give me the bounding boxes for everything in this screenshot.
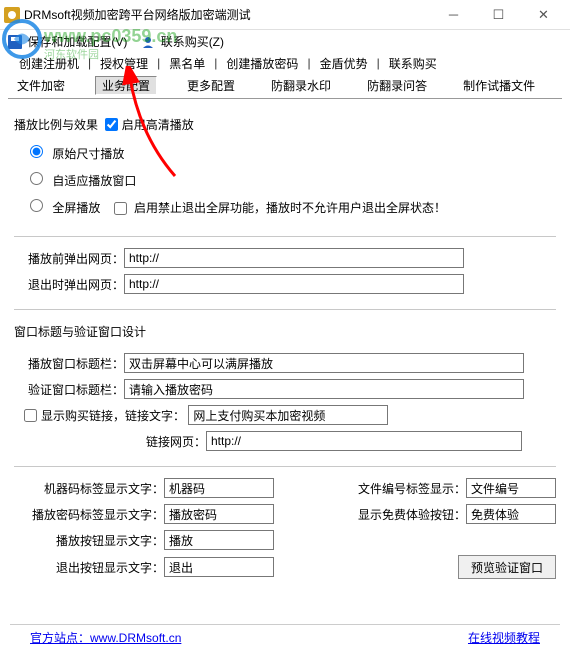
window-design-heading: 窗口标题与验证窗口设计 bbox=[14, 323, 146, 340]
tab-file-encrypt[interactable]: 文件加密 bbox=[11, 77, 71, 94]
tb-advantage[interactable]: 金盾优势 bbox=[311, 55, 377, 72]
play-ratio-label: 播放比例与效果 bbox=[14, 116, 98, 133]
group-play-ratio: 播放比例与效果 启用高清播放 原始尺寸播放 自适应播放窗口 全屏播放 启用禁止退… bbox=[14, 113, 556, 237]
play-btn-input[interactable] bbox=[164, 530, 274, 550]
minimize-button[interactable]: ─ bbox=[431, 1, 476, 29]
link-text-input[interactable] bbox=[188, 405, 388, 425]
free-try-lbl: 显示免费体验按钮： bbox=[346, 506, 466, 523]
play-title-label: 播放窗口标题栏： bbox=[14, 355, 124, 372]
tutorial-link[interactable]: 在线视频教程 bbox=[468, 629, 540, 646]
mc-label-input[interactable] bbox=[164, 478, 274, 498]
play-btn-lbl: 播放按钮显示文字： bbox=[14, 532, 164, 549]
show-link-checkbox[interactable] bbox=[24, 409, 37, 422]
close-button[interactable]: ✕ bbox=[521, 1, 566, 29]
pre-popup-label: 播放前弹出网页： bbox=[14, 250, 124, 267]
play-title-input[interactable] bbox=[124, 353, 524, 373]
window-title: DRMsoft视频加密跨平台网络版加密端测试 bbox=[24, 6, 431, 23]
group-popup-urls: 播放前弹出网页： 退出时弹出网页： bbox=[14, 247, 556, 310]
show-link-label: 显示购买链接，链接文字： bbox=[41, 407, 185, 424]
exit-btn-input[interactable] bbox=[164, 557, 274, 577]
no-exit-fs-label: 启用禁止退出全屏功能，播放时不允许用户退出全屏状态！ bbox=[134, 201, 446, 215]
radio-original[interactable] bbox=[30, 145, 43, 158]
app-icon bbox=[4, 7, 20, 23]
exit-btn-lbl: 退出按钮显示文字： bbox=[14, 559, 164, 576]
verify-title-input[interactable] bbox=[124, 379, 524, 399]
file-no-lbl: 文件编号标签显示： bbox=[346, 480, 466, 497]
tab-trial[interactable]: 制作试播文件 bbox=[457, 77, 541, 94]
tb-blacklist[interactable]: 黑名单 bbox=[160, 55, 214, 72]
verify-title-label: 验证窗口标题栏： bbox=[14, 381, 124, 398]
toolbar-tabs: 文件加密 业务配置 更多配置 防翻录水印 防翻录问答 制作试播文件 bbox=[0, 74, 570, 96]
pwd-label-input[interactable] bbox=[164, 504, 274, 524]
tb-create-pwd[interactable]: 创建播放密码 bbox=[217, 55, 307, 72]
group-labels-config: 机器码标签显示文字： 文件编号标签显示： 播放密码标签显示文字： 显示免费体验按… bbox=[14, 477, 556, 579]
save-icon bbox=[8, 35, 22, 49]
mc-label-lbl: 机器码标签显示文字： bbox=[14, 480, 164, 497]
exit-popup-label: 退出时弹出网页： bbox=[14, 276, 124, 293]
user-icon bbox=[141, 35, 155, 49]
pwd-label-lbl: 播放密码标签显示文字： bbox=[14, 506, 164, 523]
link-url-label: 链接网页： bbox=[14, 433, 206, 450]
menu-save-config[interactable]: 保存和加载配置(V) bbox=[8, 33, 127, 50]
preview-verify-button[interactable]: 预览验证窗口 bbox=[458, 555, 556, 579]
exit-popup-input[interactable] bbox=[124, 274, 464, 294]
tab-watermark[interactable]: 防翻录水印 bbox=[265, 77, 337, 94]
radio-adaptive[interactable] bbox=[30, 172, 43, 185]
tb-auth-manage[interactable]: 授权管理 bbox=[91, 55, 157, 72]
official-site-link[interactable]: 官方站点：www.DRMsoft.cn bbox=[30, 631, 181, 645]
toolbar-actions: 创建注册机| 授权管理| 黑名单| 创建播放密码| 金盾优势| 联系购买 bbox=[0, 52, 570, 74]
link-url-input[interactable] bbox=[206, 431, 522, 451]
radio-fullscreen-label: 全屏播放 bbox=[52, 201, 100, 215]
radio-fullscreen[interactable] bbox=[30, 199, 43, 212]
tab-qa[interactable]: 防翻录问答 bbox=[361, 77, 433, 94]
maximize-button[interactable]: ☐ bbox=[476, 1, 521, 29]
hd-enable-checkbox[interactable] bbox=[105, 118, 118, 131]
file-no-input[interactable] bbox=[466, 478, 556, 498]
hd-enable-label: 启用高清播放 bbox=[122, 116, 194, 133]
menu-contact[interactable]: 联系购买(Z) bbox=[141, 33, 224, 50]
tb-contact[interactable]: 联系购买 bbox=[380, 55, 446, 72]
radio-adaptive-label: 自适应播放窗口 bbox=[52, 174, 136, 188]
footer: 官方站点：www.DRMsoft.cn 在线视频教程 bbox=[10, 624, 560, 650]
tb-create-reg[interactable]: 创建注册机 bbox=[10, 55, 88, 72]
no-exit-fs-checkbox[interactable] bbox=[114, 202, 127, 215]
group-window-design: 窗口标题与验证窗口设计 播放窗口标题栏： 验证窗口标题栏： 显示购买链接，链接文… bbox=[14, 320, 556, 467]
tab-more-config[interactable]: 更多配置 bbox=[181, 77, 241, 94]
tab-biz-config[interactable]: 业务配置 bbox=[95, 76, 157, 95]
menubar: 保存和加载配置(V) 联系购买(Z) bbox=[0, 30, 570, 52]
titlebar: DRMsoft视频加密跨平台网络版加密端测试 ─ ☐ ✕ bbox=[0, 0, 570, 30]
radio-original-label: 原始尺寸播放 bbox=[52, 147, 124, 161]
free-try-input[interactable] bbox=[466, 504, 556, 524]
pre-popup-input[interactable] bbox=[124, 248, 464, 268]
